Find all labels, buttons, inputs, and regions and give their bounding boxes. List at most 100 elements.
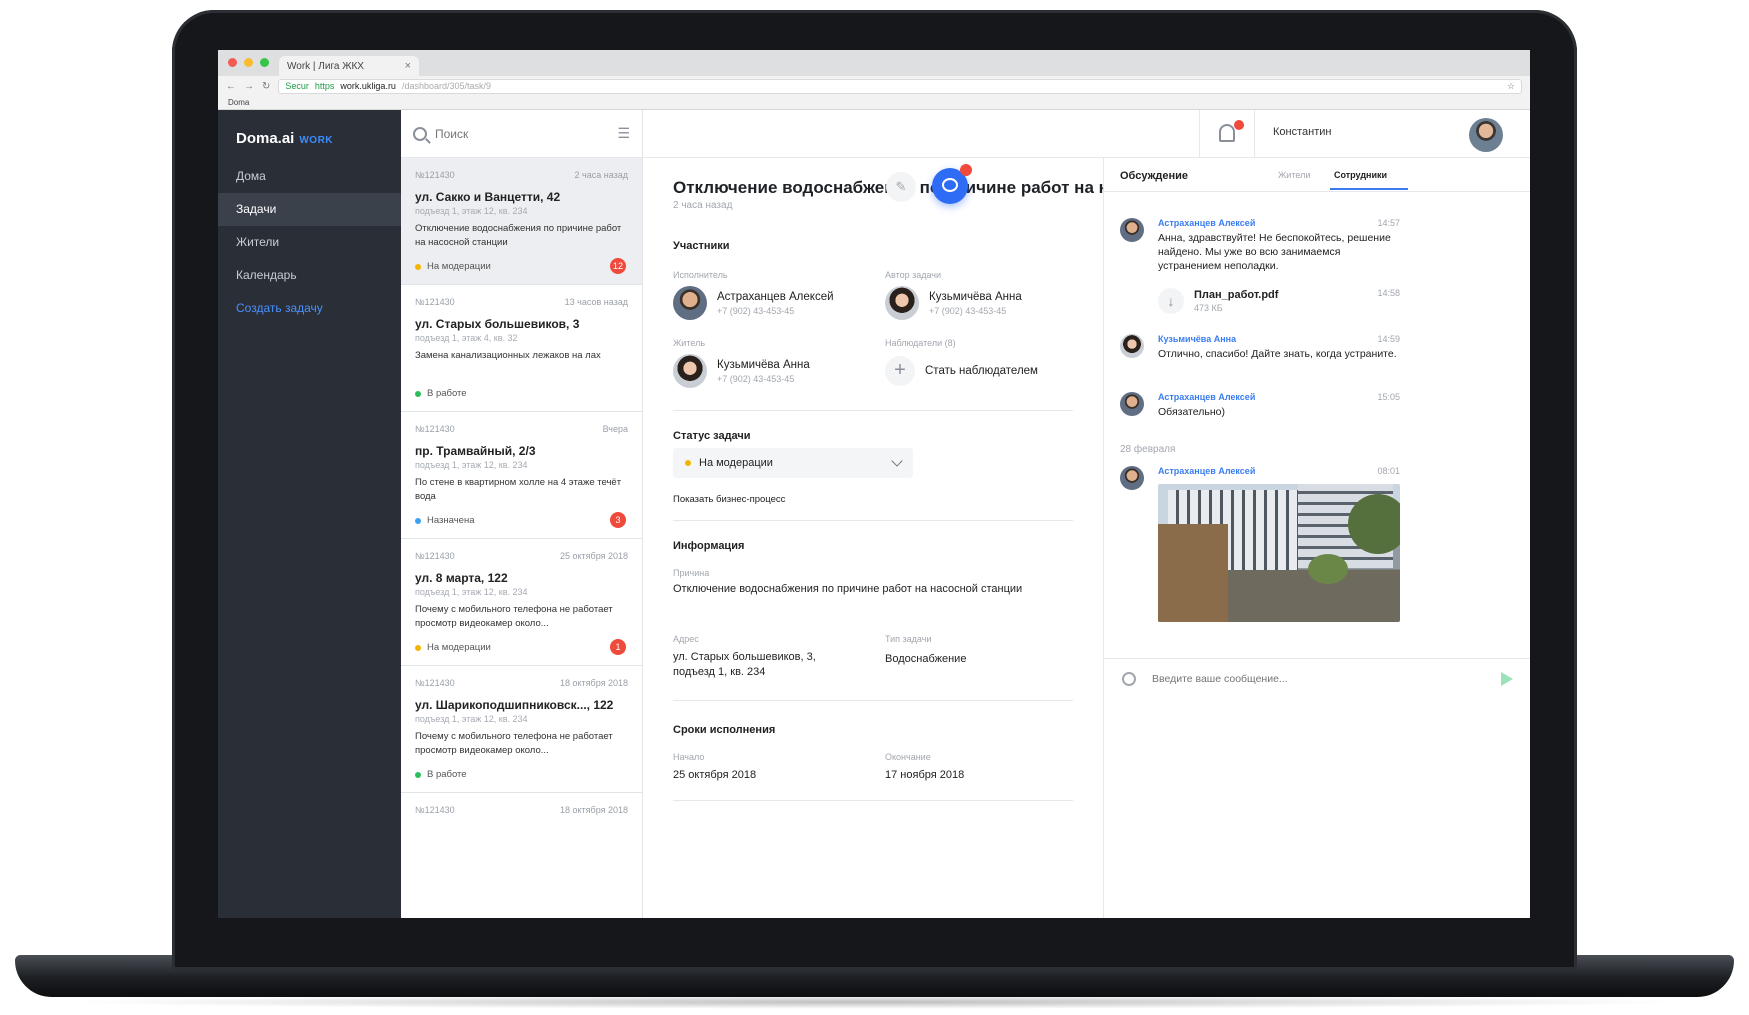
avatar [1120, 392, 1144, 416]
task-card[interactable]: №121430 13 часов назад ул. Старых большев… [401, 285, 642, 412]
logo[interactable]: Doma.ai WORK [236, 130, 333, 147]
task-card[interactable]: №121430 25 октября 2018 ул. 8 марта, 122 … [401, 539, 642, 666]
bookmark-star-icon[interactable]: ☆ [1507, 81, 1515, 92]
unread-badge: 3 [610, 512, 626, 528]
plus-icon: + [885, 356, 915, 386]
status-value: На модерации [699, 457, 773, 469]
address-label: Адрес [673, 634, 699, 644]
tab-staff[interactable]: Сотрудники [1334, 170, 1387, 180]
status-dot [415, 263, 421, 270]
photo-tree [1308, 554, 1348, 584]
task-status: На модерации [415, 642, 491, 653]
address-line: подъезд 1, кв. 234 [673, 666, 766, 678]
author-name: Кузьмичёва Анна [929, 290, 1022, 303]
secure-label: Secur [285, 81, 309, 91]
chat-icon [942, 178, 958, 192]
show-process-link[interactable]: Показать бизнес-процесс [673, 492, 785, 507]
maximize-window-button[interactable] [260, 58, 269, 67]
bookmarks-bar: Doma [218, 96, 1530, 110]
task-id: №121430 [415, 170, 455, 180]
message-composer [1104, 658, 1530, 698]
status-dot [415, 517, 421, 524]
tab-close-icon[interactable]: × [405, 60, 411, 72]
divider [1104, 191, 1530, 192]
avatar [885, 286, 919, 320]
message-input[interactable] [1152, 672, 1485, 685]
avatar [1120, 334, 1144, 358]
search-bar: ☰ [401, 110, 642, 158]
message-author[interactable]: Кузьмичёва Анна [1158, 334, 1400, 344]
sidebar-item-create-task[interactable]: Создать задачу [218, 292, 401, 325]
logo-text: Doma.ai [236, 130, 295, 147]
photo-tree [1348, 494, 1400, 554]
url-path: /dashboard/305/task/9 [401, 81, 492, 91]
minimize-window-button[interactable] [244, 58, 253, 67]
status-dot [685, 460, 691, 466]
avatar [673, 354, 707, 388]
discussion-panel: Обсуждение Жители Сотрудники Астраханцев… [1103, 158, 1530, 918]
browser-toolbar: ← → ↻ Secur https work.ukliga.ru /dashbo… [218, 76, 1530, 96]
start-value: 25 октября 2018 [673, 769, 757, 781]
task-type-link[interactable]: Водоснабжение [885, 652, 966, 667]
close-window-button[interactable] [228, 58, 237, 67]
message-author[interactable]: Астраханцев Алексей [1158, 218, 1400, 228]
task-id: №121430 [415, 551, 455, 561]
address-bar[interactable]: Secur https work.ukliga.ru /dashboard/30… [278, 78, 1522, 94]
file-name: План_работ.pdf [1194, 289, 1279, 301]
task-id: №121430 [415, 805, 455, 815]
date-separator: 28 февраля [1120, 444, 1176, 455]
sidebar-item-homes[interactable]: Дома [218, 160, 401, 193]
task-card[interactable]: №121430 Вчера пр. Трамвайный, 2/3 подъезд… [401, 412, 642, 539]
task-author[interactable]: Кузьмичёва Анна +7 (902) 43-453-45 [885, 286, 1022, 320]
browser-tab[interactable]: Work | Лига ЖКХ × [279, 56, 419, 76]
task-card[interactable]: №121430 2 часа назад ул. Сакко и Ванцетти… [401, 158, 642, 285]
laptop-shadow [60, 995, 1690, 1009]
search-input[interactable] [435, 126, 610, 141]
task-status-label: На модерации [427, 642, 491, 653]
filter-icon[interactable]: ☰ [617, 125, 630, 142]
task-address: ул. Старых большевиков, 3 [415, 317, 580, 331]
chat-message: Астраханцев Алексей 08:01 [1120, 466, 1400, 490]
chat-message: Кузьмичёва Анна Отлично, спасибо! Дайте … [1120, 334, 1400, 361]
download-icon: ↓ [1158, 288, 1184, 314]
task-id: №121430 [415, 424, 455, 434]
file-attachment[interactable]: ↓ План_работ.pdf 473 КБ 14:58 [1158, 288, 1400, 314]
sidebar-item-tasks[interactable]: Задачи [218, 193, 401, 226]
task-description: Почему с мобильного телефона не работает… [415, 604, 613, 629]
task-created-time: 2 часа назад [673, 200, 733, 211]
task-card[interactable]: №121430 18 октября 2018 ул. Шарикоподшипн… [401, 666, 642, 793]
forward-icon[interactable]: → [244, 81, 254, 92]
reload-icon[interactable]: ↻ [262, 81, 270, 92]
avatar[interactable] [1469, 118, 1503, 152]
message-author[interactable]: Астраханцев Алексей [1158, 466, 1400, 476]
chat-message: Астраханцев Алексей Обязательно) 15:05 [1120, 392, 1400, 419]
task-time: 13 часов назад [564, 297, 628, 307]
status-select[interactable]: На модерации [673, 448, 913, 478]
avatar [673, 286, 707, 320]
edit-button[interactable]: ✎ [886, 172, 916, 202]
address-link[interactable]: ул. Старых большевиков, 3, подъезд 1, кв… [673, 650, 816, 680]
sidebar-item-calendar[interactable]: Календарь [218, 259, 401, 292]
back-icon[interactable]: ← [226, 81, 236, 92]
paperclip-icon[interactable] [1119, 668, 1139, 689]
task-sub-address: подъезд 1, этаж 12, кв. 234 [415, 460, 528, 470]
task-address: ул. Сакко и Ванцетти, 42 [415, 190, 561, 204]
tab-residents[interactable]: Жители [1278, 170, 1310, 180]
top-bar: Константин [643, 110, 1530, 158]
resident[interactable]: Кузьмичёва Анна +7 (902) 43-453-45 [673, 354, 810, 388]
task-card[interactable]: №121430 18 октября 2018 [401, 793, 642, 918]
user-name[interactable]: Константин [1273, 126, 1331, 138]
task-address: пр. Трамвайный, 2/3 [415, 444, 536, 458]
bookmark-item[interactable]: Doma [228, 98, 249, 107]
message-photo[interactable] [1158, 484, 1400, 622]
divider [673, 520, 1073, 521]
notifications-button[interactable] [1199, 110, 1255, 158]
message-author[interactable]: Астраханцев Алексей [1158, 392, 1400, 402]
executor[interactable]: Астраханцев Алексей +7 (902) 43-453-45 [673, 286, 834, 320]
sidebar-item-residents[interactable]: Жители [218, 226, 401, 259]
become-observer-button[interactable]: + Стать наблюдателем [885, 356, 1038, 386]
send-icon[interactable] [1501, 671, 1513, 686]
divider [673, 800, 1073, 801]
task-description: Почему с мобильного телефона не работает… [415, 731, 613, 756]
task-status: На модерации [415, 261, 491, 272]
